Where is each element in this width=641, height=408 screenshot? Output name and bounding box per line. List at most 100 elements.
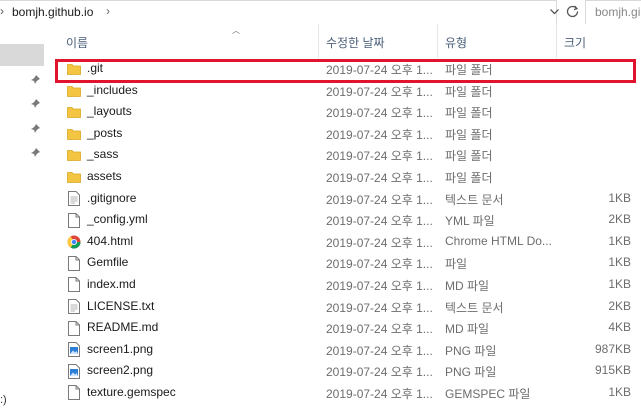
pin-icon[interactable] [29, 98, 41, 110]
file-type: YML 파일 [445, 214, 495, 229]
image-file-icon [67, 363, 81, 379]
file-name[interactable]: LICENSE.txt [87, 299, 154, 313]
nav-item-selected[interactable] [0, 44, 44, 66]
file-row[interactable]: _posts 2019-07-24 오후 1... 파일 폴더 [48, 123, 641, 145]
file-type: 파일 폴더 [445, 84, 493, 99]
column-header-size[interactable]: 크기 [564, 34, 586, 51]
file-icon [67, 277, 81, 293]
folder-icon [67, 83, 81, 99]
file-type: 텍스트 문서 [445, 192, 504, 207]
column-divider[interactable] [556, 24, 557, 58]
file-date: 2019-07-24 오후 1... [326, 300, 433, 315]
file-row[interactable]: Gemfile 2019-07-24 오후 1... 파일 1KB [48, 252, 641, 274]
file-size: 1KB [608, 255, 631, 270]
pin-icon[interactable] [29, 147, 41, 159]
file-date: 2019-07-24 오후 1... [326, 365, 433, 380]
column-header-date[interactable]: 수정한 날짜 [326, 34, 385, 51]
file-row[interactable]: index.md 2019-07-24 오후 1... MD 파일 1KB [48, 274, 641, 296]
breadcrumb-current-folder[interactable]: bomjh.github.io [12, 5, 93, 19]
chevron-down-icon [549, 8, 559, 14]
file-row[interactable]: .git 2019-07-24 오후 1... 파일 폴더 [48, 58, 641, 80]
breadcrumb-separator-icon[interactable]: › [0, 4, 4, 18]
file-row[interactable]: .gitignore 2019-07-24 오후 1... 텍스트 문서 1KB [48, 188, 641, 210]
refresh-button[interactable] [562, 0, 582, 23]
file-name[interactable]: _posts [87, 126, 122, 140]
column-divider[interactable] [318, 24, 319, 58]
address-history-dropdown-button[interactable] [545, 0, 563, 23]
file-row[interactable]: _includes 2019-07-24 오후 1... 파일 폴더 [48, 80, 641, 102]
file-name[interactable]: _config.yml [87, 212, 148, 226]
file-type: 파일 [445, 257, 468, 272]
file-date: 2019-07-24 오후 1... [326, 278, 433, 293]
file-type: MD 파일 [445, 278, 490, 293]
file-type: 파일 폴더 [445, 127, 493, 142]
file-type: 파일 폴더 [445, 170, 493, 185]
nav-item-label[interactable]: :) [0, 394, 7, 406]
file-date: 2019-07-24 오후 1... [326, 63, 433, 77]
file-row[interactable]: 404.html 2019-07-24 오후 1... Chrome HTML Do… [48, 231, 641, 253]
file-size: 987KB [594, 341, 631, 356]
file-size: 2KB [608, 298, 631, 313]
search-placeholder: bomjh.gi [595, 5, 641, 19]
file-name[interactable]: texture.gemspec [87, 385, 176, 399]
image-file-icon [67, 342, 81, 358]
file-date: 2019-07-24 오후 1... [326, 170, 433, 185]
refresh-icon [566, 5, 578, 18]
file-name[interactable]: .git [87, 61, 103, 75]
search-input[interactable]: bomjh.gi [585, 0, 641, 25]
file-row[interactable]: _layouts 2019-07-24 오후 1... 파일 폴더 [48, 101, 641, 123]
folder-icon [67, 61, 81, 77]
file-name[interactable]: _sass [87, 147, 118, 161]
file-date: 2019-07-24 오후 1... [326, 235, 433, 250]
file-date: 2019-07-24 오후 1... [326, 322, 433, 337]
file-size: 4KB [608, 320, 631, 335]
navigation-pane: :) [0, 24, 48, 408]
pin-icon[interactable] [29, 123, 41, 135]
file-size: 2KB [608, 212, 631, 227]
file-name[interactable]: README.md [87, 320, 158, 334]
column-header-name[interactable]: 이름 [66, 34, 88, 51]
file-date: 2019-07-24 오후 1... [326, 84, 433, 99]
file-type: 파일 폴더 [445, 63, 493, 77]
file-type: MD 파일 [445, 322, 490, 337]
file-type: 파일 폴더 [445, 149, 493, 164]
file-row[interactable]: texture.gemspec 2019-07-24 오후 1... GEMSPEC… [48, 382, 641, 404]
chrome-icon [67, 234, 81, 250]
breadcrumb-chevron-icon[interactable]: › [106, 4, 110, 18]
file-name[interactable]: _layouts [87, 104, 132, 118]
file-row[interactable]: _sass 2019-07-24 오후 1... 파일 폴더 [48, 144, 641, 166]
address-bar[interactable]: › bomjh.github.io › [0, 0, 557, 25]
file-row[interactable]: _config.yml 2019-07-24 오후 1... YML 파일 2KB [48, 209, 641, 231]
file-icon [67, 320, 81, 336]
file-type: Chrome HTML Do... [445, 233, 552, 248]
file-row[interactable]: assets 2019-07-24 오후 1... 파일 폴더 [48, 166, 641, 188]
file-row[interactable]: screen1.png 2019-07-24 오후 1... PNG 파일 987KB [48, 339, 641, 361]
file-size: 1KB [608, 276, 631, 291]
file-name[interactable]: .gitignore [87, 191, 136, 205]
file-name[interactable]: screen2.png [87, 363, 153, 377]
file-row[interactable]: screen2.png 2019-07-24 오후 1... PNG 파일 915KB [48, 360, 641, 382]
file-type: GEMSPEC 파일 [445, 386, 531, 401]
column-header: ︿ 이름 수정한 날짜 유형 크기 [48, 24, 641, 58]
file-name[interactable]: screen1.png [87, 342, 153, 356]
file-name[interactable]: Gemfile [87, 255, 128, 269]
folder-icon [67, 147, 81, 163]
file-name[interactable]: index.md [87, 277, 136, 291]
text-file-icon [67, 299, 81, 315]
file-date: 2019-07-24 오후 1... [326, 192, 433, 207]
file-type: PNG 파일 [445, 343, 497, 358]
file-name[interactable]: 404.html [87, 234, 133, 248]
file-date: 2019-07-24 오후 1... [326, 343, 433, 358]
column-divider[interactable] [437, 24, 438, 58]
file-row[interactable]: README.md 2019-07-24 오후 1... MD 파일 4KB [48, 317, 641, 339]
file-name[interactable]: _includes [87, 83, 138, 97]
file-name[interactable]: assets [87, 169, 122, 183]
column-header-type[interactable]: 유형 [445, 34, 467, 51]
file-icon [67, 385, 81, 401]
file-date: 2019-07-24 오후 1... [326, 106, 433, 121]
pin-icon[interactable] [29, 74, 41, 86]
file-date: 2019-07-24 오후 1... [326, 149, 433, 164]
file-row[interactable]: LICENSE.txt 2019-07-24 오후 1... 텍스트 문서 2KB [48, 296, 641, 318]
file-icon [67, 255, 81, 271]
folder-icon [67, 169, 81, 185]
